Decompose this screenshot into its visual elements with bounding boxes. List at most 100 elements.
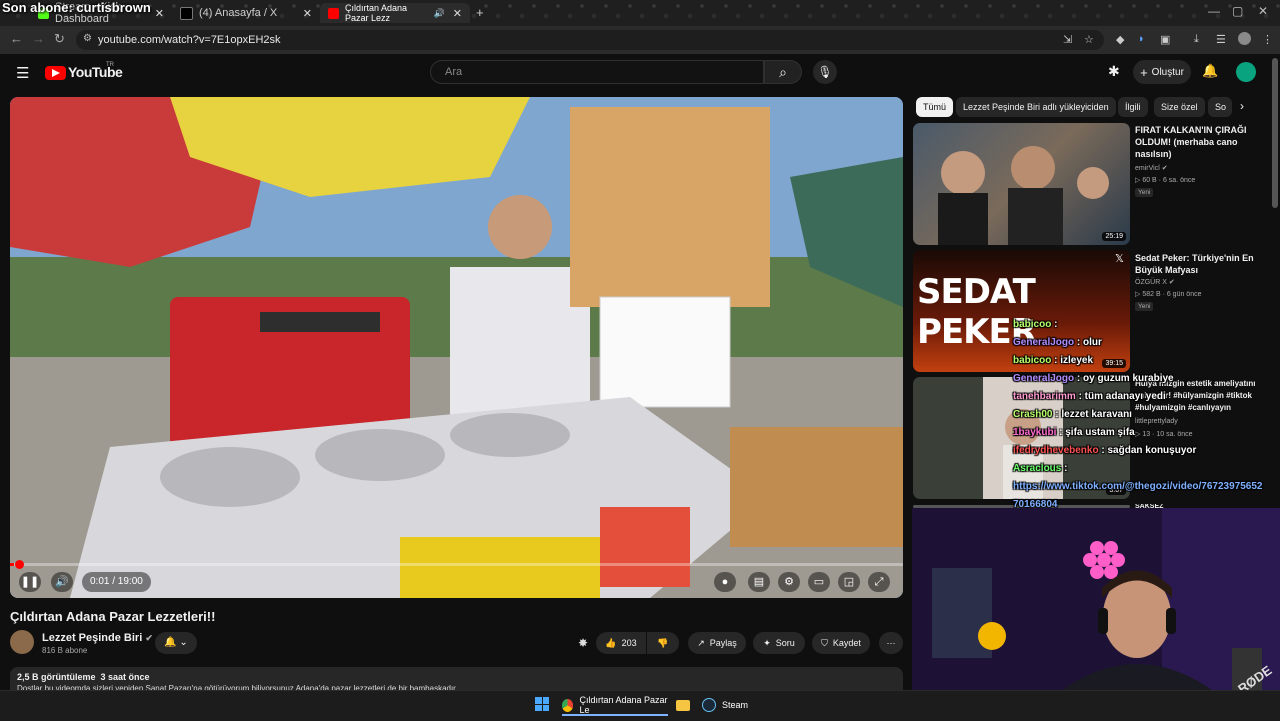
create-button[interactable]: + Oluştur <box>1133 60 1191 84</box>
reload-icon[interactable]: ↻ <box>54 31 65 47</box>
volume-button[interactable]: 🔊 <box>51 572 73 592</box>
chip-more[interactable]: So <box>1208 97 1232 117</box>
like-button[interactable]: 👍 203 <box>596 632 646 654</box>
subscription-bell-button[interactable]: 🔔 ⌄ <box>155 632 197 654</box>
windows-start-icon[interactable] <box>535 697 549 711</box>
subtitles-button[interactable]: ▤ <box>748 572 770 592</box>
extensions-puzzle-icon[interactable]: ▣ <box>1160 33 1170 46</box>
tab-youtube[interactable]: Çıldırtan Adana Pazar Lezz 🔊 ✕ <box>320 3 470 23</box>
webcam-image <box>912 508 1280 690</box>
autoplay-toggle[interactable]: ● <box>714 572 736 592</box>
chevron-right-icon[interactable]: › <box>1240 99 1244 113</box>
recommendation-meta: ▷ 582 B · 6 gün önce <box>1135 291 1202 298</box>
chat-message: babicoo : izleyek <box>1013 352 1262 370</box>
miniplayer-button[interactable]: ▭ <box>808 572 830 592</box>
chat-text: : lezzet karavanı <box>1052 409 1132 420</box>
channel-avatar[interactable] <box>10 630 34 654</box>
thumbs-down-icon: 👎 <box>657 637 669 648</box>
video-player[interactable] <box>10 97 903 598</box>
url-text: youtube.com/watch?v=7E1opxEH2sk <box>98 34 281 46</box>
voice-search-button[interactable]: 🎙 <box>813 60 837 84</box>
taskbar-explorer[interactable] <box>676 696 690 714</box>
chat-username: GeneralJogo <box>1013 373 1075 384</box>
profile-icon[interactable] <box>1238 32 1251 45</box>
recommendation-thumbnail[interactable]: 25:19 <box>913 123 1130 245</box>
subscriber-count: 816 B abone <box>42 646 88 655</box>
pause-button[interactable]: ❚❚ <box>19 572 41 592</box>
video-frame <box>10 97 903 598</box>
channel-name[interactable]: Lezzet Peşinde Biri ✔ <box>42 632 153 644</box>
minimize-icon[interactable]: — <box>1208 4 1220 18</box>
cast-button[interactable]: ◲ <box>838 572 860 592</box>
close-icon[interactable]: ✕ <box>303 7 312 20</box>
hamburger-menu-icon[interactable]: ☰ <box>16 64 29 82</box>
settings-button[interactable]: ⚙ <box>778 572 800 592</box>
site-info-icon[interactable]: ⚙ <box>83 33 92 44</box>
chip-all[interactable]: Tümü <box>916 97 954 117</box>
chrome-icon <box>562 698 574 712</box>
download-icon[interactable]: ⤓ <box>1194 33 1199 46</box>
address-bar[interactable]: youtube.com/watch?v=7E1opxEH2sk <box>76 30 1104 50</box>
gear-icon: ⚙ <box>784 576 794 588</box>
notifications-bell-icon[interactable]: 🔔 <box>1202 63 1218 79</box>
window-close-icon[interactable]: ✕ <box>1258 4 1268 18</box>
share-button[interactable]: ↗ Paylaş <box>688 632 746 654</box>
tab-x[interactable]: (4) Anasayfa / X ✕ <box>172 3 320 23</box>
chip-for-you[interactable]: Size özel <box>1154 97 1205 117</box>
save-button[interactable]: ⛉ Kaydet <box>812 632 870 654</box>
install-icon[interactable]: ⇲ <box>1063 33 1072 46</box>
ask-button[interactable]: ✦ Soru <box>753 632 805 654</box>
taskbar-chrome[interactable]: Çıldırtan Adana Pazar Le <box>562 695 668 716</box>
audio-icon[interactable]: 🔊 <box>434 8 445 19</box>
progress-track[interactable] <box>10 563 903 566</box>
chat-username: babicoo <box>1013 355 1052 366</box>
chat-username: 1baykubi <box>1013 427 1057 438</box>
webcam-overlay <box>912 508 1280 690</box>
mic-icon: 🎙 <box>817 65 833 79</box>
extension-icon[interactable]: ◗ <box>1138 33 1145 45</box>
fullscreen-button[interactable]: ⤢ <box>868 572 890 592</box>
reading-list-icon[interactable]: ☰ <box>1216 33 1226 46</box>
back-icon[interactable]: ← <box>10 31 23 46</box>
chip-from-uploader[interactable]: Lezzet Peşinde Biri adlı yükleyiciden <box>956 97 1116 117</box>
pause-icon: ❚❚ <box>20 576 40 588</box>
progress-fill <box>10 563 14 566</box>
volume-icon: 🔊 <box>55 576 69 588</box>
chat-message: tanehbarimm : tüm adanayı yedi <box>1013 388 1262 406</box>
scrubber-handle[interactable] <box>15 560 24 569</box>
menu-icon[interactable]: ⋮ <box>1262 33 1273 46</box>
verified-icon: ✔ <box>145 633 153 643</box>
search-input[interactable]: Ara <box>430 60 764 84</box>
chat-text: : izleyek <box>1051 355 1094 366</box>
youtube-logo-text[interactable]: YouTube <box>68 64 123 80</box>
chip-related[interactable]: İlgili <box>1118 97 1148 117</box>
page-scrollbar[interactable] <box>1272 58 1278 208</box>
close-icon[interactable]: ✕ <box>453 7 462 20</box>
bookmark-star-icon[interactable]: ☆ <box>1084 33 1094 46</box>
chat-message: Asraclous : <box>1013 460 1262 478</box>
recommendation-title[interactable]: Sedat Peker: Türkiye'nin En Büyük Mafyas… <box>1135 252 1275 276</box>
settings-extension-icon[interactable]: ✱ <box>1108 63 1120 80</box>
account-avatar[interactable] <box>1236 62 1256 82</box>
search-button[interactable]: ⌕ <box>764 60 802 84</box>
recommendation-title[interactable]: FIRAT KALKAN'IN ÇIRAĞI OLDUM! (merhaba c… <box>1135 124 1275 160</box>
close-icon[interactable]: ✕ <box>155 7 164 20</box>
cast-icon: ◲ <box>843 576 855 588</box>
maximize-icon[interactable]: ▢ <box>1232 4 1243 18</box>
extension-icon[interactable]: ◆ <box>1116 33 1124 46</box>
new-tab-button[interactable]: + <box>476 5 484 20</box>
sparkle-icon[interactable]: ✸ <box>578 636 588 650</box>
recommendation-channel[interactable]: emirVicl ✔ <box>1135 164 1168 172</box>
chat-message: babicoo : <box>1013 316 1262 334</box>
taskbar-steam[interactable]: Steam <box>702 696 748 714</box>
chat-message: https://www.tiktok.com/@thegozi/video/76… <box>1013 478 1262 496</box>
chat-username: tanehbarimm <box>1013 391 1076 402</box>
video-stats: 2,5 B görüntüleme 3 saat önce <box>17 672 150 682</box>
folder-icon <box>676 699 690 711</box>
chat-text: : şifa ustam şifa <box>1056 427 1135 438</box>
more-actions-button[interactable]: ⋯ <box>879 632 903 654</box>
forward-icon[interactable]: → <box>32 31 45 46</box>
dislike-button[interactable]: 👎 <box>647 632 679 654</box>
recommendation-channel[interactable]: ÖZGÜR X ✔ <box>1135 278 1175 286</box>
search-placeholder: Ara <box>445 66 463 78</box>
